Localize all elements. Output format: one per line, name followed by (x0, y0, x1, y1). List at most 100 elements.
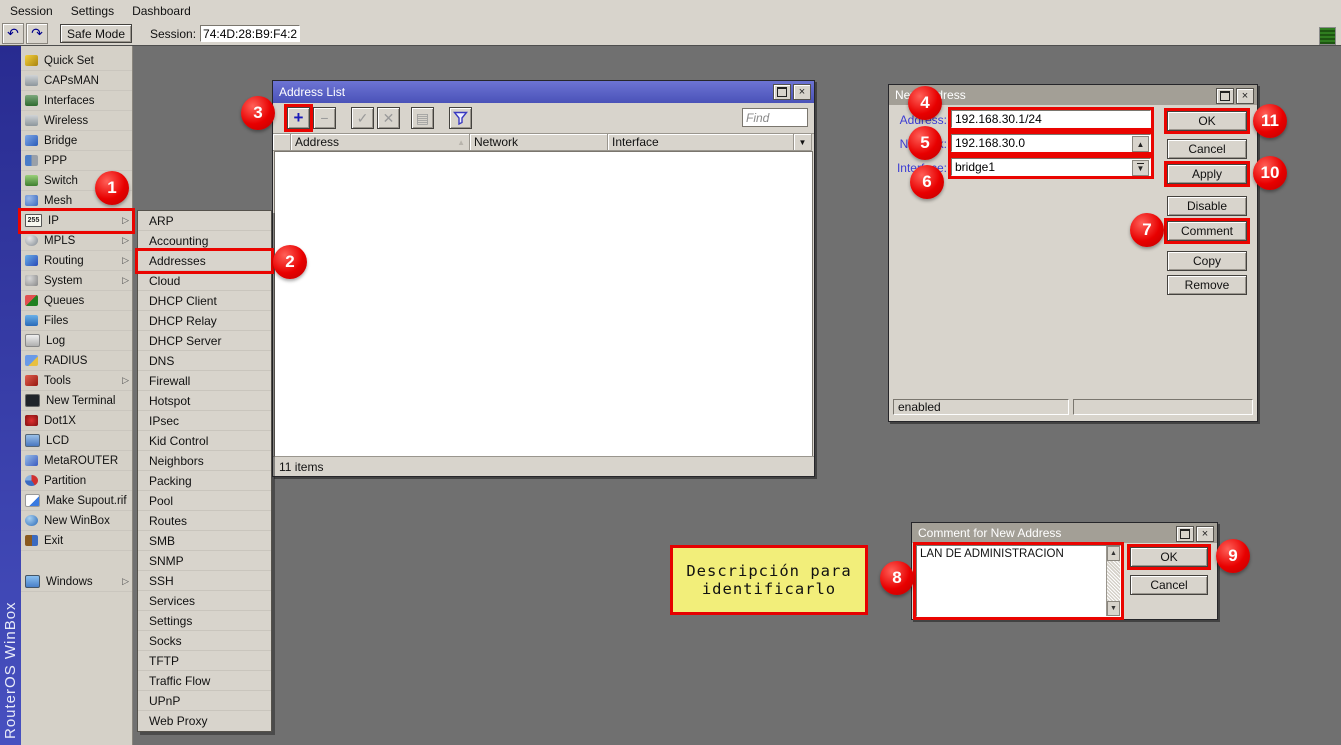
submenu-item-dhcp-server[interactable]: DHCP Server (138, 331, 271, 351)
column-header-network[interactable]: Network (470, 134, 608, 151)
submenu-item-pool[interactable]: Pool (138, 491, 271, 511)
submenu-item-hotspot[interactable]: Hotspot (138, 391, 271, 411)
add-button[interactable]: + (287, 107, 310, 129)
maximize-button[interactable] (773, 84, 791, 100)
scroll-down-button[interactable]: ▼ (1107, 601, 1120, 616)
sidebar-item-bridge[interactable]: Bridge (21, 131, 132, 151)
comment-titlebar[interactable]: Comment for New Address × (912, 523, 1217, 543)
sidebar-item-tools[interactable]: Tools▷ (21, 371, 132, 391)
find-input[interactable] (742, 108, 808, 127)
sidebar-item-new-winbox[interactable]: New WinBox (21, 511, 132, 531)
column-header-address[interactable]: Address▲ (291, 134, 470, 151)
submenu-item-ssh[interactable]: SSH (138, 571, 271, 591)
sidebar-item-ip[interactable]: 255IP▷ (21, 211, 132, 231)
scrollbar[interactable]: ▲ ▼ (1106, 546, 1120, 616)
submenu-item-dhcp-relay[interactable]: DHCP Relay (138, 311, 271, 331)
undo-button[interactable]: ↶ (2, 23, 24, 44)
filter-button[interactable] (449, 107, 472, 129)
new-address-titlebar[interactable]: New Address × (889, 85, 1257, 105)
sidebar-item-radius[interactable]: RADIUS (21, 351, 132, 371)
sidebar-item-interfaces[interactable]: Interfaces (21, 91, 132, 111)
comment-cancel-button[interactable]: Cancel (1130, 575, 1208, 595)
copy-button[interactable]: Copy (1167, 251, 1247, 271)
submenu-item-settings[interactable]: Settings (138, 611, 271, 631)
menu-session[interactable]: Session (4, 2, 63, 21)
menu-dashboard[interactable]: Dashboard (126, 2, 201, 21)
interface-input[interactable] (952, 159, 1150, 175)
address-input[interactable] (952, 111, 1150, 127)
submenu-item-ipsec[interactable]: IPsec (138, 411, 271, 431)
sidebar-item-quick-set[interactable]: Quick Set (21, 51, 132, 71)
sidebar-item-routing[interactable]: Routing▷ (21, 251, 132, 271)
sidebar-item-mpls[interactable]: MPLS▷ (21, 231, 132, 251)
submenu-item-arp[interactable]: ARP (138, 211, 271, 231)
comment-button-toolbar[interactable]: ▤ (411, 107, 434, 129)
menu-settings[interactable]: Settings (65, 2, 124, 21)
submenu-item-snmp[interactable]: SNMP (138, 551, 271, 571)
submenu-item-dns[interactable]: DNS (138, 351, 271, 371)
sidebar-item-capsman[interactable]: CAPsMAN (21, 71, 132, 91)
submenu-item-addresses[interactable]: Addresses (138, 251, 271, 271)
submenu-item-firewall[interactable]: Firewall (138, 371, 271, 391)
enable-button[interactable]: ✓ (351, 107, 374, 129)
submenu-item-routes[interactable]: Routes (138, 511, 271, 531)
close-button[interactable]: × (793, 84, 811, 100)
sidebar-item-log[interactable]: Log (21, 331, 132, 351)
apply-button[interactable]: Apply (1167, 164, 1247, 184)
interface-field[interactable]: ▼ (951, 158, 1151, 176)
network-field[interactable]: ▲ (951, 134, 1151, 152)
maximize-button[interactable] (1216, 88, 1234, 104)
redo-button[interactable]: ↷ (26, 23, 48, 44)
safe-mode-button[interactable]: Safe Mode (60, 24, 132, 43)
spinner-up-button[interactable]: ▲ (1132, 136, 1149, 152)
maximize-button[interactable] (1176, 526, 1194, 542)
comment-textarea[interactable]: LAN DE ADMINISTRACION ▲ ▼ (916, 545, 1121, 617)
address-field[interactable] (951, 110, 1151, 128)
submenu-item-web-proxy[interactable]: Web Proxy (138, 711, 271, 731)
submenu-item-kid-control[interactable]: Kid Control (138, 431, 271, 451)
disable-button[interactable]: ✕ (377, 107, 400, 129)
column-header-flags[interactable] (273, 134, 291, 151)
sidebar-item-metarouter[interactable]: MetaROUTER (21, 451, 132, 471)
ok-button[interactable]: OK (1167, 111, 1247, 131)
sidebar-item-ppp[interactable]: PPP (21, 151, 132, 171)
submenu-item-cloud[interactable]: Cloud (138, 271, 271, 291)
column-header-interface[interactable]: Interface (608, 134, 794, 151)
sidebar-item-files[interactable]: Files (21, 311, 132, 331)
scroll-up-button[interactable]: ▲ (1107, 546, 1120, 561)
submenu-item-upnp[interactable]: UPnP (138, 691, 271, 711)
dropdown-button[interactable]: ▼ (1132, 160, 1149, 176)
sidebar-item-new-terminal[interactable]: New Terminal (21, 391, 132, 411)
sidebar-item-exit[interactable]: Exit (21, 531, 132, 551)
sidebar-item-wireless[interactable]: Wireless (21, 111, 132, 131)
submenu-item-services[interactable]: Services (138, 591, 271, 611)
submenu-item-smb[interactable]: SMB (138, 531, 271, 551)
sidebar-item-system[interactable]: System▷ (21, 271, 132, 291)
address-list-titlebar[interactable]: Address List × (273, 81, 814, 103)
address-list-body[interactable] (274, 151, 813, 456)
comment-text[interactable]: LAN DE ADMINISTRACION (917, 546, 1106, 616)
submenu-item-neighbors[interactable]: Neighbors (138, 451, 271, 471)
submenu-item-tftp[interactable]: TFTP (138, 651, 271, 671)
sidebar-item-dot1x[interactable]: Dot1X (21, 411, 132, 431)
comment-ok-button[interactable]: OK (1130, 547, 1208, 567)
session-input[interactable] (200, 25, 300, 42)
close-button[interactable]: × (1236, 88, 1254, 104)
sidebar-item-queues[interactable]: Queues (21, 291, 132, 311)
sidebar-item-make-supout[interactable]: Make Supout.rif (21, 491, 132, 511)
network-input[interactable] (952, 135, 1150, 151)
remove-button[interactable]: Remove (1167, 275, 1247, 295)
comment-button[interactable]: Comment (1167, 221, 1247, 241)
sidebar-item-lcd[interactable]: LCD (21, 431, 132, 451)
remove-button[interactable]: − (313, 107, 336, 129)
disable-button[interactable]: Disable (1167, 196, 1247, 216)
column-dropdown-button[interactable]: ▼ (794, 134, 812, 151)
submenu-item-dhcp-client[interactable]: DHCP Client (138, 291, 271, 311)
sidebar-item-windows[interactable]: Windows▷ (21, 572, 132, 592)
close-button[interactable]: × (1196, 526, 1214, 542)
submenu-item-accounting[interactable]: Accounting (138, 231, 271, 251)
sidebar-item-partition[interactable]: Partition (21, 471, 132, 491)
submenu-item-socks[interactable]: Socks (138, 631, 271, 651)
submenu-item-packing[interactable]: Packing (138, 471, 271, 491)
cancel-button[interactable]: Cancel (1167, 139, 1247, 159)
